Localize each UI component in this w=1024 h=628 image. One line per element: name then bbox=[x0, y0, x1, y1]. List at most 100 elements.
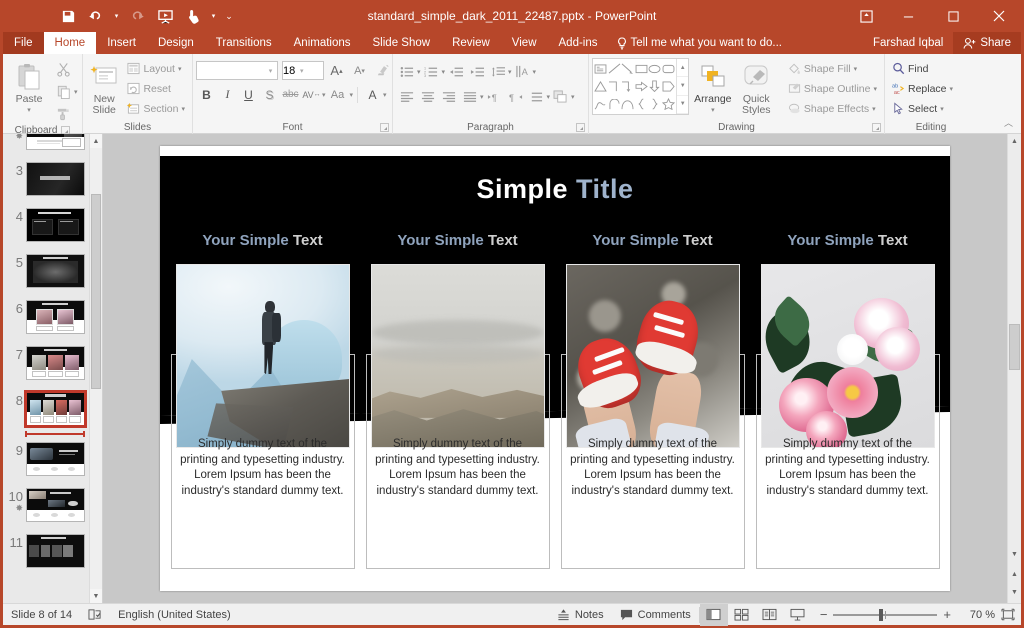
share-button[interactable]: Share bbox=[953, 32, 1021, 54]
collapse-ribbon-icon[interactable]: ︿ bbox=[1000, 114, 1017, 131]
slide-column-3[interactable]: Your Simple Text Simply dummy text of th… bbox=[560, 232, 745, 582]
paste-caret-icon[interactable]: ▾ bbox=[27, 105, 31, 116]
canvas-scroll-thumb[interactable] bbox=[1009, 324, 1020, 370]
shape-arrow-icon[interactable] bbox=[621, 60, 635, 78]
paragraph-dialog-launcher[interactable] bbox=[576, 123, 585, 132]
comments-button[interactable]: Comments bbox=[612, 604, 699, 626]
cut-icon[interactable] bbox=[53, 59, 74, 80]
man-standing-on-cliff-photo[interactable] bbox=[175, 264, 350, 448]
thumbnail-slide-3[interactable]: 3 bbox=[3, 156, 89, 202]
slide-counter[interactable]: Slide 8 of 14 bbox=[3, 604, 80, 626]
bullets-icon[interactable] bbox=[396, 61, 417, 82]
bold-button[interactable]: B bbox=[196, 84, 217, 105]
select-caret-icon[interactable]: ▾ bbox=[940, 105, 944, 113]
slide-title[interactable]: Simple Title bbox=[160, 174, 950, 205]
shape-elbow-connector-icon[interactable] bbox=[608, 78, 622, 96]
replace-caret-icon[interactable]: ▾ bbox=[950, 85, 954, 93]
tab-design[interactable]: Design bbox=[147, 32, 205, 54]
shapes-scroll-up-icon[interactable]: ▲ bbox=[677, 59, 689, 78]
shape-rounded-rectangle-icon[interactable] bbox=[662, 60, 676, 78]
touch-dropdown-caret[interactable]: ▾ bbox=[208, 4, 219, 28]
column-2-body[interactable]: Simply dummy text of the printing and ty… bbox=[374, 437, 542, 499]
thumbnail-slide-9[interactable]: 9 bbox=[3, 436, 89, 482]
thumbnail-slide-10[interactable]: 10 ✸ bbox=[3, 482, 89, 528]
underline-button[interactable]: U bbox=[238, 84, 259, 105]
text-direction-caret-icon[interactable]: ▾ bbox=[533, 68, 537, 76]
decrease-font-size-icon[interactable]: A ▾ bbox=[349, 60, 370, 81]
line-spacing-icon[interactable] bbox=[487, 61, 508, 82]
rtl-text-icon[interactable]: ¶ bbox=[484, 86, 505, 107]
shape-line-icon[interactable] bbox=[608, 60, 622, 78]
column-3-heading[interactable]: Your Simple Text bbox=[561, 232, 745, 262]
canvas-scroll-up-icon[interactable]: ▲ bbox=[1008, 134, 1021, 148]
font-name-input[interactable]: ▾ bbox=[196, 61, 278, 80]
slide-column-4[interactable]: Your Simple Text Simply dummy text of th… bbox=[755, 232, 940, 582]
shape-triangle-icon[interactable] bbox=[594, 78, 608, 96]
column-1-body[interactable]: Simply dummy text of the printing and ty… bbox=[179, 437, 347, 499]
tab-slide-show[interactable]: Slide Show bbox=[362, 32, 442, 54]
arrange-caret-icon[interactable]: ▾ bbox=[711, 105, 715, 116]
column-2-heading[interactable]: Your Simple Text bbox=[366, 232, 550, 262]
align-center-icon[interactable] bbox=[417, 86, 438, 107]
change-case-button[interactable]: Aa bbox=[326, 84, 350, 105]
clear-formatting-icon[interactable] bbox=[372, 60, 393, 81]
tab-insert[interactable]: Insert bbox=[96, 32, 147, 54]
undo-icon[interactable] bbox=[83, 4, 109, 28]
font-name-caret-icon[interactable]: ▾ bbox=[264, 67, 277, 75]
slide-column-1[interactable]: Your Simple Text Simply dummy text of th… bbox=[170, 232, 355, 582]
slide-show-button[interactable] bbox=[784, 604, 812, 626]
column-4-body[interactable]: Simply dummy text of the printing and ty… bbox=[764, 437, 932, 499]
undo-dropdown-caret[interactable]: ▾ bbox=[111, 4, 122, 28]
canvas-scroll-down-icon[interactable]: ▼ bbox=[1008, 547, 1021, 561]
change-case-caret-icon[interactable]: ▾ bbox=[350, 91, 354, 99]
tab-view[interactable]: View bbox=[501, 32, 548, 54]
section-button[interactable]: Section ▾ bbox=[123, 99, 189, 118]
shape-effects-caret-icon[interactable]: ▾ bbox=[872, 105, 876, 113]
shape-outline-caret-icon[interactable]: ▾ bbox=[873, 85, 877, 93]
font-size-input[interactable]: 18 ▾ bbox=[282, 61, 324, 80]
slide-sorter-view-button[interactable] bbox=[728, 604, 756, 626]
shape-arc-icon[interactable] bbox=[608, 95, 622, 113]
normal-view-button[interactable] bbox=[699, 603, 728, 626]
font-color-caret-icon[interactable]: ▾ bbox=[383, 91, 387, 99]
convert-to-smartart-icon[interactable] bbox=[550, 86, 571, 107]
shape-fill-button[interactable]: Shape Fill ▾ bbox=[784, 59, 881, 78]
section-caret-icon[interactable]: ▾ bbox=[181, 105, 185, 113]
close-icon[interactable] bbox=[976, 0, 1021, 32]
zoom-out-button[interactable]: − bbox=[820, 607, 828, 622]
shapes-gallery[interactable]: ▲ ▼ ▼ bbox=[592, 58, 690, 115]
thumbnail-slide-11[interactable]: 11 bbox=[3, 528, 89, 574]
tell-me-search[interactable]: Tell me what you want to do... bbox=[609, 32, 791, 54]
align-right-icon[interactable] bbox=[438, 86, 459, 107]
shapes-more-icon[interactable]: ▼ bbox=[677, 96, 689, 114]
font-color-button[interactable]: A bbox=[362, 84, 383, 105]
spell-check-button[interactable] bbox=[80, 604, 110, 626]
replace-button[interactable]: ab ac Replace ▾ bbox=[888, 79, 957, 98]
minimize-icon[interactable] bbox=[886, 0, 931, 32]
strikethrough-button[interactable]: abc bbox=[280, 84, 301, 105]
copy-icon[interactable] bbox=[53, 81, 74, 102]
canyon-landscape-photo[interactable] bbox=[370, 264, 545, 448]
shape-oval-icon[interactable] bbox=[648, 60, 662, 78]
column-1-heading[interactable]: Your Simple Text bbox=[171, 232, 355, 262]
find-button[interactable]: Find bbox=[888, 59, 957, 78]
next-slide-icon[interactable]: ▼ bbox=[1008, 585, 1021, 599]
shape-curve-icon[interactable] bbox=[621, 95, 635, 113]
shapes-scroll-down-icon[interactable]: ▼ bbox=[677, 77, 689, 96]
thumbnail-slide-6[interactable]: 6 bbox=[3, 294, 89, 340]
thumbnail-scroll-up-icon[interactable]: ▲ bbox=[90, 134, 102, 148]
red-sneakers-photo[interactable] bbox=[565, 264, 740, 448]
fit-slide-to-window-button[interactable] bbox=[995, 608, 1021, 621]
maximize-icon[interactable] bbox=[931, 0, 976, 32]
slide-page[interactable]: Simple Title Your Simple Text Simply dum… bbox=[160, 146, 950, 591]
shape-fill-caret-icon[interactable]: ▾ bbox=[854, 65, 858, 73]
tab-review[interactable]: Review bbox=[441, 32, 501, 54]
canvas-scrollbar[interactable]: ▲ ▼ ▲ ▼ bbox=[1007, 134, 1021, 603]
zoom-level[interactable]: 70 % bbox=[959, 609, 995, 621]
shape-effects-button[interactable]: Shape Effects ▾ bbox=[784, 99, 881, 118]
tab-file[interactable]: File bbox=[3, 32, 44, 54]
column-3-body[interactable]: Simply dummy text of the printing and ty… bbox=[569, 437, 737, 499]
ribbon-display-options-icon[interactable] bbox=[846, 0, 886, 32]
column-4-heading[interactable]: Your Simple Text bbox=[756, 232, 940, 262]
tab-transitions[interactable]: Transitions bbox=[205, 32, 283, 54]
